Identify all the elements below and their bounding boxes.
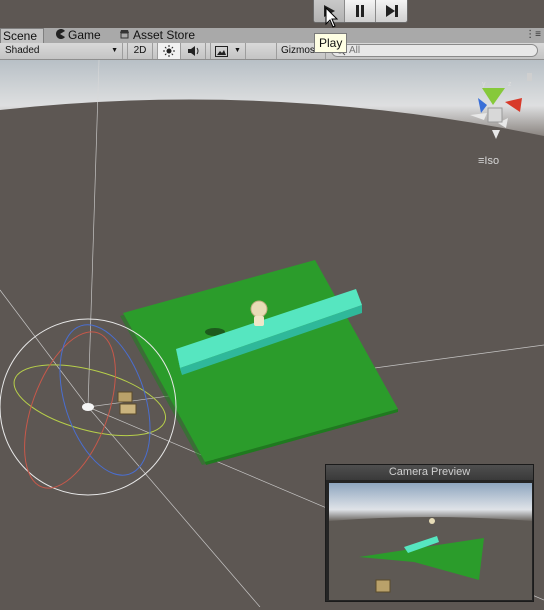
game-pacman-icon [55, 28, 65, 43]
horizon-sky [0, 60, 544, 136]
step-button[interactable] [376, 0, 407, 22]
lighting-toggle[interactable] [157, 43, 181, 59]
camera-preview-title: Camera Preview [326, 465, 533, 480]
play-tooltip: Play [314, 33, 348, 53]
tab-game-label: Game [68, 28, 101, 42]
speaker-icon [187, 46, 198, 56]
effects-dropdown[interactable]: ▼ [210, 43, 246, 59]
projection-text: Iso [484, 155, 500, 167]
2d-toggle[interactable]: 2D [127, 43, 153, 59]
camera-preview: Camera Preview [325, 464, 534, 602]
mouse-cursor-icon [325, 7, 339, 28]
gizmos-label: Gizmos [281, 45, 315, 56]
axis-y-label: y [482, 81, 486, 88]
dropdown-arrow-icon: ▼ [111, 47, 118, 54]
panel-menu-icon[interactable]: ⋮≡ [525, 29, 541, 40]
tab-bar: Scene Game Asset Store ⋮≡ [0, 28, 544, 43]
image-icon [215, 45, 228, 57]
pause-button[interactable] [345, 0, 376, 22]
audio-toggle[interactable] [182, 43, 206, 59]
axis-x-label: x [522, 103, 526, 110]
ground-plane [123, 260, 398, 462]
projection-label[interactable]: ≡Iso [478, 155, 499, 167]
search-field[interactable] [331, 44, 538, 57]
shading-mode-dropdown[interactable]: Shaded ▼ [0, 43, 123, 59]
axis-z-label: z [508, 81, 512, 88]
sun-icon [163, 45, 175, 57]
pause-icon [356, 5, 364, 17]
lock-icon [527, 73, 532, 81]
step-icon [385, 5, 398, 17]
store-icon [119, 28, 130, 43]
search-input[interactable] [346, 45, 519, 56]
tab-scene[interactable]: Scene [0, 28, 44, 43]
dropdown-arrow-icon: ▼ [234, 47, 241, 54]
camera-preview-render [329, 483, 532, 600]
tab-asset-store[interactable]: Asset Store [119, 28, 195, 43]
scene-toolbar: Shaded ▼ 2D ▼ Gizmos ▼ [0, 43, 544, 60]
shading-mode-label: Shaded [5, 45, 40, 56]
tab-scene-label: Scene [3, 29, 38, 43]
tab-asset-store-label: Asset Store [133, 28, 196, 42]
camera-object-icon [117, 391, 137, 415]
tab-game[interactable]: Game [55, 28, 101, 43]
